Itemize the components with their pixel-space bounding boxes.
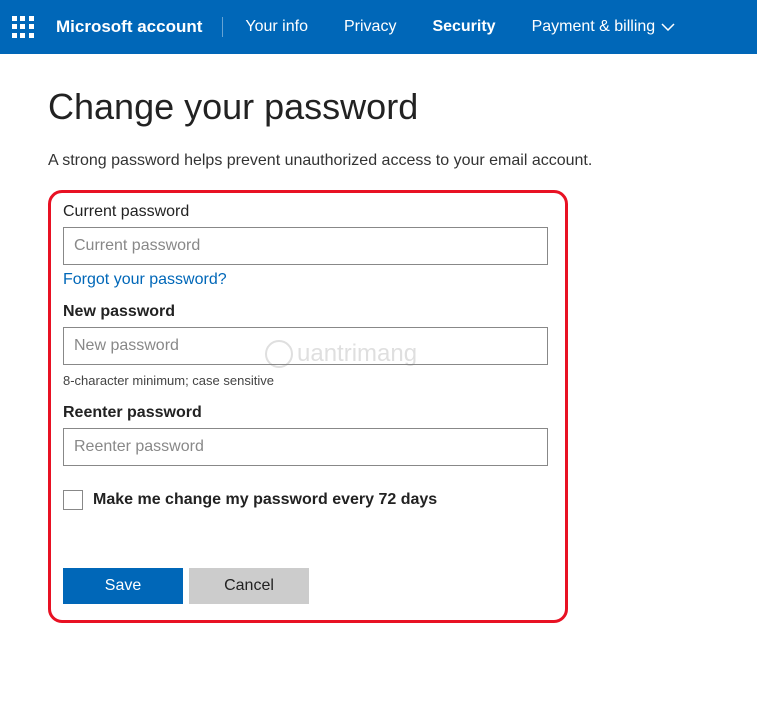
current-password-input[interactable] [63, 227, 548, 265]
nav-label: Your info [245, 0, 308, 54]
current-password-label: Current password [63, 203, 553, 221]
reenter-password-group: Reenter password [63, 404, 553, 466]
page-title: Change your password [48, 86, 717, 128]
cancel-button[interactable]: Cancel [189, 568, 309, 604]
page-subtitle: A strong password helps prevent unauthor… [48, 152, 717, 170]
nav-label: Payment & billing [532, 0, 656, 54]
page-content: Change your password A strong password h… [0, 54, 757, 643]
nav-label: Security [432, 0, 495, 54]
nav-your-info[interactable]: Your info [227, 0, 326, 54]
password-form-highlight: Current password Forgot your password? N… [48, 190, 568, 623]
new-password-group: New password [63, 303, 553, 365]
new-password-input[interactable] [63, 327, 548, 365]
app-launcher-icon[interactable] [12, 16, 34, 38]
nav-bar: Your info Privacy Security Payment & bil… [227, 0, 693, 54]
top-nav-header: Microsoft account Your info Privacy Secu… [0, 0, 757, 54]
save-button[interactable]: Save [63, 568, 183, 604]
nav-privacy[interactable]: Privacy [326, 0, 414, 54]
force-change-row: Make me change my password every 72 days [63, 490, 553, 510]
chevron-down-icon [661, 23, 675, 31]
nav-security[interactable]: Security [414, 0, 513, 54]
force-change-checkbox[interactable] [63, 490, 83, 510]
reenter-password-input[interactable] [63, 428, 548, 466]
nav-payment-billing[interactable]: Payment & billing [514, 0, 694, 54]
force-change-label: Make me change my password every 72 days [93, 491, 437, 509]
brand-title[interactable]: Microsoft account [56, 17, 223, 37]
reenter-password-label: Reenter password [63, 404, 553, 422]
forgot-password-link[interactable]: Forgot your password? [63, 271, 227, 289]
current-password-group: Current password Forgot your password? [63, 203, 553, 289]
new-password-label: New password [63, 303, 553, 321]
button-row: Save Cancel [63, 568, 553, 604]
nav-label: Privacy [344, 0, 396, 54]
password-hint: 8-character minimum; case sensitive [63, 373, 553, 388]
